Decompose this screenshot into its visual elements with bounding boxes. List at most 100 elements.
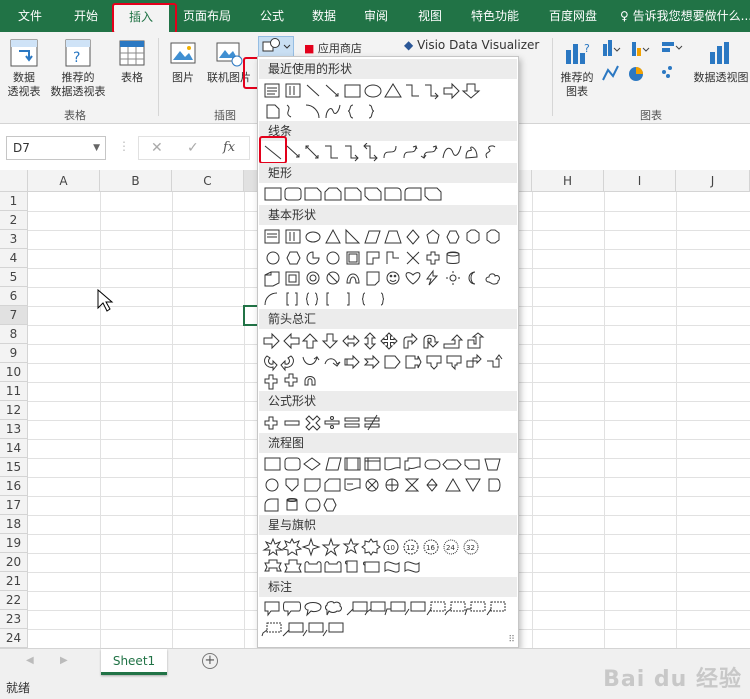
svg-text:32: 32 (466, 544, 475, 552)
recent-shapes-gallery (261, 81, 517, 121)
name-box[interactable]: D7 ▼ (6, 136, 106, 160)
shapes-dropdown: 最近使用的形状 线条 矩形 基本形状 箭头总汇 公式形状 流程图 星与旗帜 10… (257, 56, 519, 648)
row-header[interactable]: 11 (0, 382, 28, 401)
mouse-cursor-icon (97, 288, 114, 312)
row-header[interactable]: 8 (0, 325, 28, 344)
formula-bar-grip: ⋮ (118, 139, 130, 153)
basic-shapes-gallery (261, 227, 517, 309)
table-button[interactable]: 表格 (114, 38, 150, 85)
row-header[interactable]: 12 (0, 401, 28, 420)
scroll-right-icon[interactable]: ▶ (60, 655, 68, 666)
callouts-gallery (261, 599, 517, 639)
row-header[interactable]: 21 (0, 572, 28, 591)
section-basic-shapes: 基本形状 (259, 205, 517, 225)
row-header[interactable]: 3 (0, 230, 28, 249)
tab-view[interactable]: 视图 (408, 0, 452, 32)
lines-icons[interactable] (261, 142, 517, 163)
equation-shapes-icons[interactable] (261, 413, 517, 433)
recommended-pivot-button[interactable]: ? 推荐的 数据透视表 (46, 38, 110, 99)
equation-shapes-gallery (261, 413, 517, 433)
row-header[interactable]: 10 (0, 363, 28, 382)
row-header[interactable]: 18 (0, 515, 28, 534)
basic-shapes-icons[interactable] (261, 227, 517, 309)
row-header[interactable]: 7 (0, 306, 28, 325)
row-header[interactable]: 5 (0, 268, 28, 287)
cancel-icon[interactable]: ✕ (151, 140, 163, 156)
row-header[interactable]: 24 (0, 629, 28, 648)
picture-button[interactable]: 图片 (166, 38, 200, 85)
section-callouts: 标注 (259, 577, 517, 597)
row-header[interactable]: 23 (0, 610, 28, 629)
row-header[interactable]: 19 (0, 534, 28, 553)
section-recent-shapes: 最近使用的形状 (259, 59, 517, 79)
tab-data[interactable]: 数据 (302, 0, 346, 32)
pivot-chart-button[interactable]: 数据透视图 (692, 38, 750, 85)
column-header[interactable]: B (100, 170, 172, 192)
tab-page-layout[interactable]: 页面布局 (175, 0, 239, 32)
tab-home[interactable]: 开始 (62, 0, 110, 32)
rectangles-gallery (261, 185, 517, 205)
chart-types-gallery[interactable] (600, 38, 690, 98)
flowchart-icons[interactable] (261, 455, 517, 517)
row-header[interactable]: 2 (0, 211, 28, 230)
shapes-button[interactable] (258, 36, 294, 58)
tab-formulas[interactable]: 公式 (250, 0, 294, 32)
section-block-arrows: 箭头总汇 (259, 309, 517, 329)
group-label-charts: 图表 (640, 109, 662, 122)
column-header[interactable]: A (28, 170, 100, 192)
tab-file[interactable]: 文件 (8, 0, 52, 32)
row-header[interactable]: 22 (0, 591, 28, 610)
row-header[interactable]: 6 (0, 287, 28, 306)
column-header[interactable]: C (172, 170, 244, 192)
svg-text:16: 16 (426, 544, 435, 552)
fx-icon[interactable]: fx (223, 140, 235, 155)
visio-button[interactable]: ◆ Visio Data Visualizer (404, 38, 544, 52)
online-picture-icon (216, 42, 243, 67)
tab-special[interactable]: 特色功能 (462, 0, 528, 32)
column-header[interactable]: I (604, 170, 676, 192)
svg-text:?: ? (73, 50, 80, 66)
section-flowchart: 流程图 (259, 433, 517, 453)
column-header[interactable]: J (676, 170, 750, 192)
store-button[interactable]: ■ 应用商店 (304, 42, 376, 56)
row-header[interactable]: 17 (0, 496, 28, 515)
group-label-illustrations: 插图 (214, 109, 236, 122)
tab-review[interactable]: 审阅 (354, 0, 398, 32)
row-header[interactable]: 9 (0, 344, 28, 363)
highlight-insert-tab (112, 3, 177, 34)
ribbon-separator (552, 38, 553, 116)
add-sheet-icon[interactable]: + (202, 653, 218, 669)
callouts-icons[interactable] (261, 599, 517, 639)
recommended-charts-button[interactable]: ? 推荐的 图表 (556, 38, 598, 99)
watermark: Bai du 经验 (603, 667, 742, 692)
svg-text:12: 12 (406, 544, 415, 552)
tell-me-box[interactable]: ♀ 告诉我您想要做什么... (620, 0, 750, 32)
ribbon-separator (158, 38, 159, 116)
select-all-corner[interactable] (0, 170, 28, 192)
pivot-table-button[interactable]: 数据 透视表 (4, 38, 44, 99)
row-header[interactable]: 1 (0, 192, 28, 211)
row-header[interactable]: 15 (0, 458, 28, 477)
sheet-tab-sheet1[interactable]: Sheet1 (101, 649, 167, 675)
block-arrows-icons[interactable] (261, 331, 517, 391)
stars-banners-gallery: 10 12 16 24 32 (261, 537, 517, 577)
row-header[interactable]: 20 (0, 553, 28, 572)
resize-grip[interactable]: ⠿ (508, 635, 515, 645)
row-header[interactable]: 16 (0, 477, 28, 496)
section-equation-shapes: 公式形状 (259, 391, 517, 411)
rectangles-icons[interactable] (261, 185, 517, 205)
lightbulb-icon: ♀ (620, 9, 629, 23)
recent-shapes-icons[interactable] (261, 81, 517, 121)
confirm-icon[interactable]: ✓ (187, 140, 199, 156)
chevron-down-icon[interactable]: ▼ (93, 137, 100, 159)
row-header[interactable]: 13 (0, 420, 28, 439)
row-header[interactable]: 4 (0, 249, 28, 268)
lines-gallery (261, 142, 517, 163)
tab-baidu-netdisk[interactable]: 百度网盘 (540, 0, 606, 32)
visio-icon: ◆ (404, 38, 414, 52)
row-header[interactable]: 14 (0, 439, 28, 458)
stars-banners-icons[interactable]: 10 12 16 24 32 (261, 537, 517, 577)
section-stars-banners: 星与旗帜 (259, 515, 517, 535)
column-header[interactable]: H (532, 170, 604, 192)
scroll-left-icon[interactable]: ◀ (26, 655, 34, 666)
